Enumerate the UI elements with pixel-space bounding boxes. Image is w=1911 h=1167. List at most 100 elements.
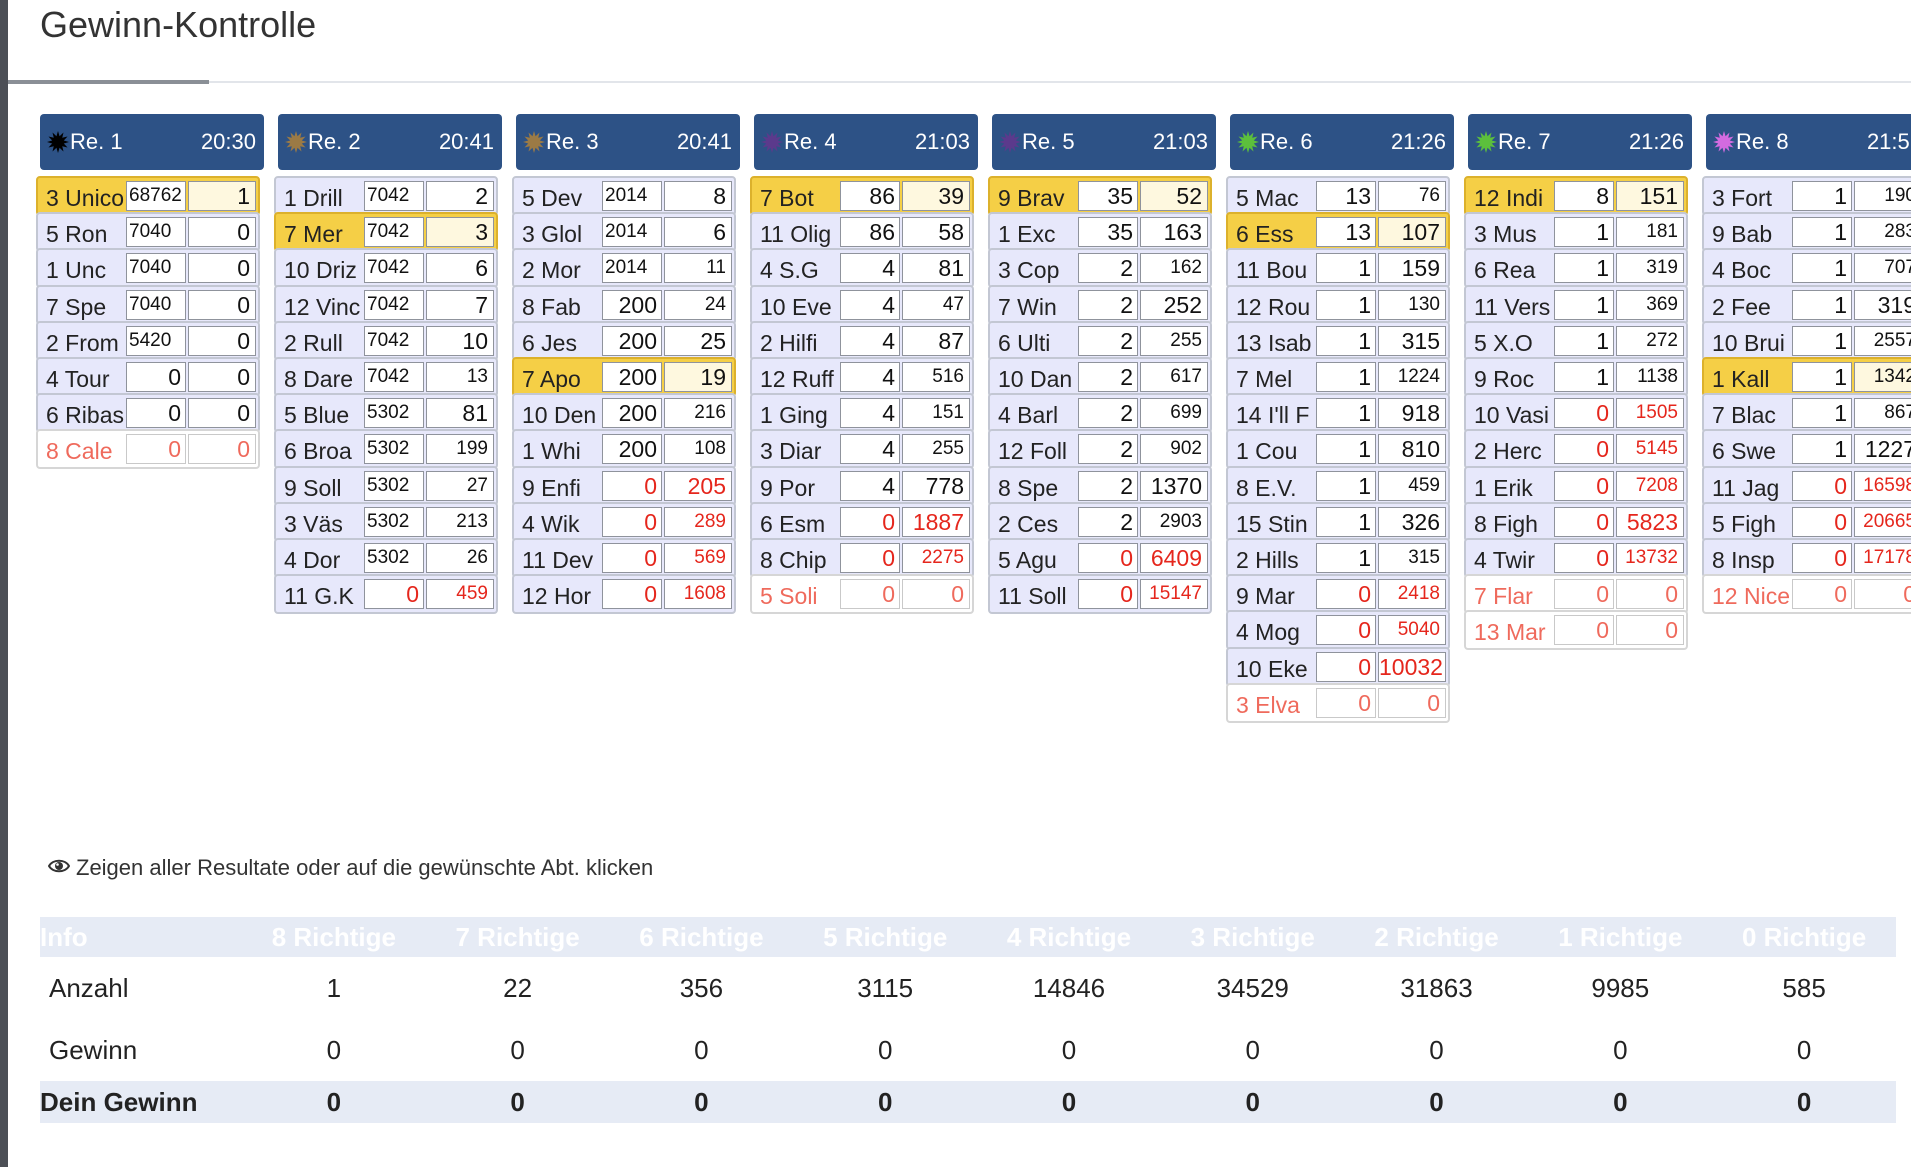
runner-row-winner[interactable]: 6 Ess 13 107 (1226, 212, 1450, 253)
runner-row[interactable]: 10 Dan 2 617 (988, 357, 1212, 397)
runner-row[interactable]: 1 Whi 200 108 (512, 429, 736, 470)
runner-row[interactable]: 2 Hills 1 315 (1226, 538, 1450, 578)
runner-row[interactable]: 2 From 5420 0 (36, 320, 260, 361)
runner-row[interactable]: 4 S.G 4 81 (750, 248, 974, 289)
runner-row[interactable]: 3 Cop 2 162 (988, 248, 1212, 289)
runner-row[interactable]: 12 Vinc 7042 7 (274, 284, 498, 325)
runner-row[interactable]: 10 Brui 1 2557 (1702, 320, 1911, 361)
runner-row[interactable]: 1 Erik 0 7208 (1464, 465, 1688, 506)
runner-row-winner[interactable]: 9 Brav 35 52 (988, 176, 1212, 216)
runner-row[interactable]: 6 Rea 1 319 (1464, 248, 1688, 289)
runner-row[interactable]: 8 Fab 200 24 (512, 284, 736, 325)
runner-row[interactable]: 5 Dev 2014 8 (512, 176, 736, 216)
race-header-3[interactable]: Re. 3 20:41 (516, 114, 740, 170)
runner-row[interactable]: 10 Den 200 216 (512, 393, 736, 434)
race-header-8[interactable]: Re. 8 21:51 (1706, 114, 1911, 170)
runner-row[interactable]: 3 Fort 1 190 (1702, 176, 1911, 216)
runner-row[interactable]: 9 Soll 5302 27 (274, 465, 498, 506)
runner-row[interactable]: 2 Herc 0 5145 (1464, 429, 1688, 470)
runner-row[interactable]: 5 Agu 0 6409 (988, 538, 1212, 578)
runner-row[interactable]: 7 Mel 1 1224 (1226, 357, 1450, 397)
runner-row[interactable]: 14 I'll F 1 918 (1226, 393, 1450, 434)
runner-row[interactable]: 9 Roc 1 1138 (1464, 357, 1688, 397)
runner-row[interactable]: 11 Olig 86 58 (750, 212, 974, 253)
runner-row[interactable]: 1 Drill 7042 2 (274, 176, 498, 216)
runner-row[interactable]: 7 Win 2 252 (988, 284, 1212, 325)
runner-row[interactable]: 5 Figh 0 20665 (1702, 501, 1911, 542)
runner-row[interactable]: 5 X.O 1 272 (1464, 320, 1688, 361)
runner-row[interactable]: 6 Swe 1 1227 (1702, 429, 1911, 470)
runner-row[interactable]: 11 Jag 0 16598 (1702, 465, 1911, 506)
runner-row[interactable]: 12 Foll 2 902 (988, 429, 1212, 470)
runner-row[interactable]: 9 Bab 1 283 (1702, 212, 1911, 253)
runner-row[interactable]: 8 Spe 2 1370 (988, 465, 1212, 506)
results-hint[interactable]: Zeigen aller Resultate oder auf die gewü… (47, 855, 653, 881)
runner-row[interactable]: 3 Glol 2014 6 (512, 212, 736, 253)
runner-row[interactable]: 11 Dev 0 569 (512, 538, 736, 578)
runner-row[interactable]: 2 Ces 2 2903 (988, 501, 1212, 542)
race-header-1[interactable]: Re. 1 20:30 (40, 114, 264, 170)
runner-row[interactable]: 11 G.K 0 459 (274, 574, 498, 615)
runner-row[interactable]: 1 Ging 4 151 (750, 393, 974, 434)
runner-row[interactable]: 11 Bou 1 159 (1226, 248, 1450, 289)
runner-row-winner[interactable]: 7 Bot 86 39 (750, 176, 974, 216)
runner-row[interactable]: 11 Soll 0 15147 (988, 574, 1212, 615)
runner-row-winner[interactable]: 1 Kall 1 1342 (1702, 357, 1911, 397)
runner-row-scratched[interactable]: 5 Soli 0 0 (750, 574, 974, 615)
runner-row[interactable]: 13 Isab 1 315 (1226, 320, 1450, 361)
runner-row[interactable]: 8 Chip 0 2275 (750, 538, 974, 578)
runner-row-winner[interactable]: 3 Unicorn687621 (36, 176, 260, 216)
runner-row[interactable]: 2 Mor 2014 11 (512, 248, 736, 289)
race-header-4[interactable]: Re. 4 21:03 (754, 114, 978, 170)
runner-row-winner[interactable]: 7 Apo 200 19 (512, 357, 736, 397)
runner-row[interactable]: 12 Rou 1 130 (1226, 284, 1450, 325)
runner-row[interactable]: 2 Fee 1 319 (1702, 284, 1911, 325)
runner-row[interactable]: 12 Ruff 4 516 (750, 357, 974, 397)
runner-row[interactable]: 10 Driz 7042 6 (274, 248, 498, 289)
runner-row[interactable]: 4 Mog 0 5040 (1226, 610, 1450, 651)
runner-row[interactable]: 15 Stin 1 326 (1226, 501, 1450, 542)
runner-row[interactable]: 11 Vers 1 369 (1464, 284, 1688, 325)
runner-row[interactable]: 8 Dare 7042 13 (274, 357, 498, 397)
runner-row-scratched[interactable]: 3 Elva 0 0 (1226, 682, 1450, 723)
runner-row[interactable]: 6 Broa 5302 199 (274, 429, 498, 470)
race-header-5[interactable]: Re. 5 21:03 (992, 114, 1216, 170)
runner-row[interactable]: 5 Mac 13 76 (1226, 176, 1450, 216)
runner-row[interactable]: 1 Exc 35 163 (988, 212, 1212, 253)
runner-row[interactable]: 8 Insp 0 17178 (1702, 538, 1911, 578)
runner-row[interactable]: 9 Por 4 778 (750, 465, 974, 506)
runner-row[interactable]: 3 Diar 4 255 (750, 429, 974, 470)
runner-row[interactable]: 6 Ulti 2 255 (988, 320, 1212, 361)
runner-row[interactable]: 10 Eke 0 10032 (1226, 646, 1450, 687)
runner-row-scratched[interactable]: 7 Flar 0 0 (1464, 574, 1688, 615)
runner-row[interactable]: 5 Ron 7040 0 (36, 212, 260, 253)
runner-row[interactable]: 4 Dor 5302 26 (274, 538, 498, 578)
runner-row-winner[interactable]: 12 Indi 8 151 (1464, 176, 1688, 216)
runner-row-scratched[interactable]: 12 Nice 0 0 (1702, 574, 1911, 615)
runner-row-scratched[interactable]: 13 Mar 0 0 (1464, 610, 1688, 651)
runner-row[interactable]: 6 Ribas 0 0 (36, 393, 260, 434)
runner-row[interactable]: 2 Rull 7042 10 (274, 320, 498, 361)
runner-row[interactable]: 10 Vasi 0 1505 (1464, 393, 1688, 434)
race-header-7[interactable]: Re. 7 21:26 (1468, 114, 1692, 170)
runner-row[interactable]: 6 Jes 200 25 (512, 320, 736, 361)
runner-row[interactable]: 2 Hilfi 4 87 (750, 320, 974, 361)
runner-row-scratched[interactable]: 8 Cale 0 0 (36, 429, 260, 470)
runner-row[interactable]: 10 Eve 4 47 (750, 284, 974, 325)
runner-row[interactable]: 4 Tour 0 0 (36, 357, 260, 397)
runner-row[interactable]: 1 Unc 7040 0 (36, 248, 260, 289)
runner-row[interactable]: 3 Väs 5302 213 (274, 501, 498, 542)
runner-row[interactable]: 4 Wik 0 289 (512, 501, 736, 542)
runner-row[interactable]: 1 Cou 1 810 (1226, 429, 1450, 470)
runner-row[interactable]: 6 Esm 0 1887 (750, 501, 974, 542)
runner-row[interactable]: 4 Boc 1 707 (1702, 248, 1911, 289)
runner-row[interactable]: 4 Twir 0 13732 (1464, 538, 1688, 578)
runner-row[interactable]: 5 Blue 5302 81 (274, 393, 498, 434)
runner-row[interactable]: 8 E.V. 1 459 (1226, 465, 1450, 506)
runner-row[interactable]: 12 Hor 0 1608 (512, 574, 736, 615)
race-header-2[interactable]: Re. 2 20:41 (278, 114, 502, 170)
runner-row[interactable]: 7 Spe 7040 0 (36, 284, 260, 325)
runner-row-winner[interactable]: 7 Mer 7042 3 (274, 212, 498, 253)
runner-row[interactable]: 8 Figh 0 5823 (1464, 501, 1688, 542)
runner-row[interactable]: 9 Mar 0 2418 (1226, 574, 1450, 615)
